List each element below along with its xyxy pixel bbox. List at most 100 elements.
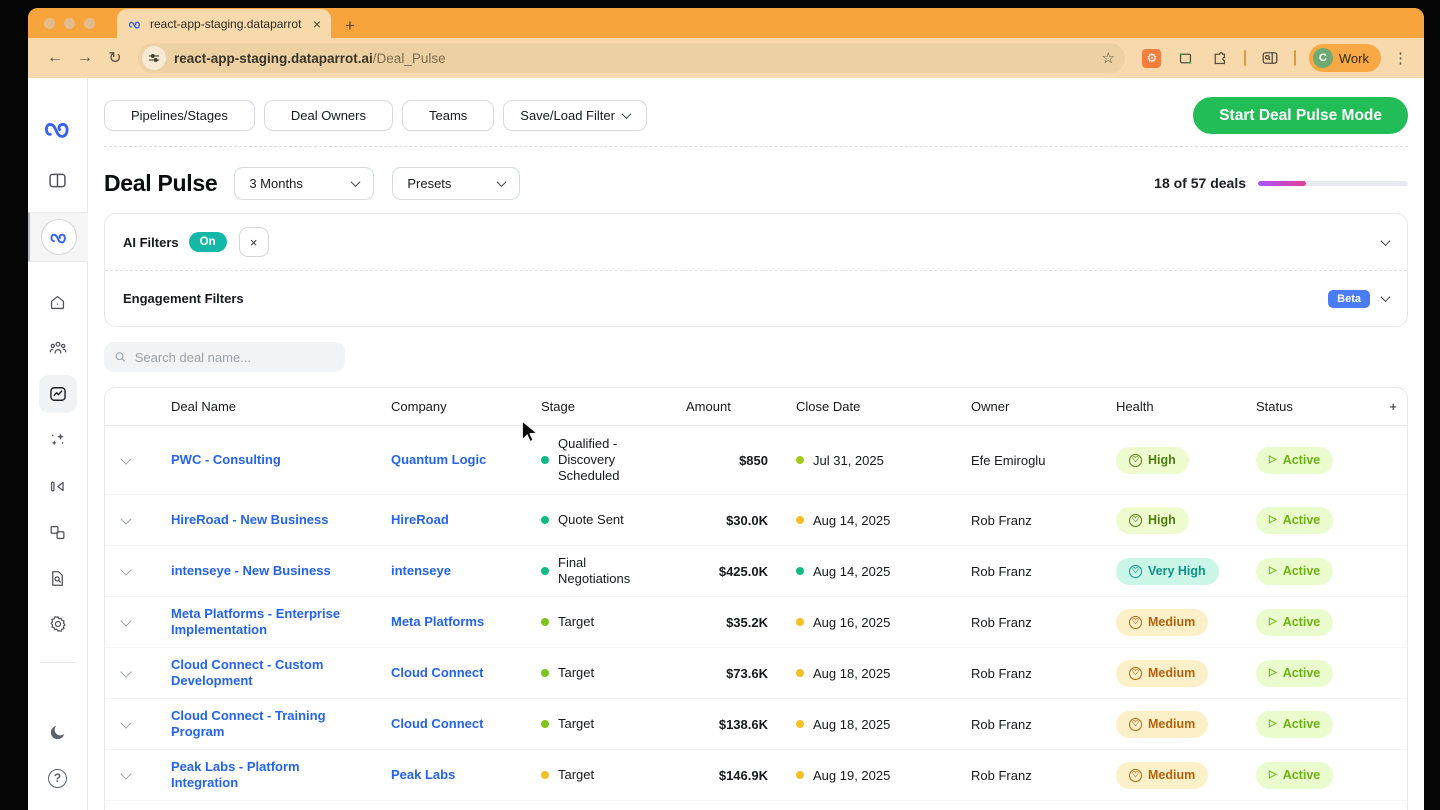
deal-name-link[interactable]: Cloud Connect - Training Program: [171, 708, 381, 741]
company-link[interactable]: Peak Labs: [391, 767, 469, 783]
row-expand-chevron-icon[interactable]: [120, 615, 131, 626]
address-bar[interactable]: react-app-staging.dataparrot.ai/Deal_Pul…: [138, 43, 1125, 73]
status-badge[interactable]: ▷Active: [1256, 558, 1333, 585]
status-label: Active: [1283, 564, 1321, 578]
browser-menu-icon[interactable]: ⋮: [1389, 49, 1412, 67]
health-badge[interactable]: ♡Medium: [1116, 711, 1208, 738]
row-expand-chevron-icon[interactable]: [120, 564, 131, 575]
table-row[interactable]: PWC - Consulting Quantum Logic Qualified…: [105, 426, 1407, 494]
window-controls[interactable]: [28, 8, 95, 38]
table-row[interactable]: HireRoad - New Business HireRoad Quote S…: [105, 494, 1407, 545]
row-expand-chevron-icon[interactable]: [120, 453, 131, 464]
help-button[interactable]: ?: [28, 756, 88, 800]
table-row[interactable]: Peak Labs - Platform Integration Peak La…: [105, 749, 1407, 800]
start-deal-pulse-mode-button[interactable]: Start Deal Pulse Mode: [1193, 97, 1408, 134]
sidebar-item-deal-pulse-dashboard[interactable]: [28, 372, 88, 416]
table-row[interactable]: intenseye - New Business intenseye Final…: [105, 545, 1407, 596]
sidebar-item-settings[interactable]: [28, 602, 88, 646]
status-badge[interactable]: ▷Active: [1256, 507, 1333, 534]
ai-filters-remove-button[interactable]: ×: [239, 227, 269, 257]
status-badge[interactable]: ▷Active: [1256, 762, 1333, 789]
new-tab-button[interactable]: +: [345, 17, 355, 34]
sidebar-item-ai-insights[interactable]: [28, 418, 88, 462]
chevron-down-icon[interactable]: [1381, 292, 1391, 302]
status-badge[interactable]: ▷Active: [1256, 711, 1333, 738]
sidebar-item-home[interactable]: [28, 280, 88, 324]
reload-button[interactable]: ↻: [102, 45, 128, 71]
teams-button[interactable]: Teams: [402, 100, 494, 131]
pipelines-stages-button[interactable]: Pipelines/Stages: [104, 100, 255, 131]
add-column-button[interactable]: +: [1361, 399, 1407, 414]
sidebar-toggle-icon[interactable]: [28, 158, 88, 202]
save-load-filter-dropdown[interactable]: Save/Load Filter: [503, 100, 647, 131]
health-badge[interactable]: ♡High: [1116, 447, 1189, 474]
status-badge[interactable]: ▷Active: [1256, 609, 1333, 636]
column-header: Deal Name: [171, 399, 391, 414]
health-badge[interactable]: ♡Medium: [1116, 762, 1208, 789]
sidebar-item-team[interactable]: [28, 326, 88, 370]
company-link[interactable]: intenseye: [391, 563, 465, 579]
deal-name-link[interactable]: PWC - Consulting: [171, 452, 295, 468]
row-expand-chevron-icon[interactable]: [120, 717, 131, 728]
health-badge[interactable]: ♡Medium: [1116, 609, 1208, 636]
forward-button[interactable]: →: [72, 45, 98, 71]
deal-name-link[interactable]: intenseye - New Business: [171, 563, 345, 579]
page-title: Deal Pulse: [104, 170, 217, 197]
health-heart-icon: ♡: [1129, 565, 1142, 578]
company-link[interactable]: HireRoad: [391, 512, 463, 528]
chevron-down-icon[interactable]: [1381, 236, 1391, 246]
browser-profile-chip[interactable]: C Work: [1309, 44, 1381, 72]
close-tab-icon[interactable]: ×: [311, 17, 323, 31]
company-link[interactable]: Quantum Logic: [391, 452, 500, 468]
browser-tab[interactable]: react-app-staging.dataparrot ×: [117, 9, 331, 38]
status-badge[interactable]: ▷Active: [1256, 447, 1333, 474]
column-header: Company: [391, 399, 541, 414]
row-expand-chevron-icon[interactable]: [120, 513, 131, 524]
presets-select[interactable]: Presets: [392, 167, 520, 200]
bookmark-star-icon[interactable]: ☆: [1101, 49, 1114, 67]
side-panel-search-icon[interactable]: [1258, 46, 1282, 70]
status-badge[interactable]: ▷Active: [1256, 660, 1333, 687]
amount-value: $138.6K: [686, 717, 796, 732]
company-link[interactable]: Cloud Connect: [391, 716, 497, 732]
table-row[interactable]: Cloud Connect - Custom Development Cloud…: [105, 647, 1407, 698]
maximize-window-button[interactable]: [84, 18, 95, 29]
health-badge[interactable]: ♡Medium: [1116, 660, 1208, 687]
screenshot-tool-icon[interactable]: [1174, 46, 1198, 70]
sidebar-item-blocks[interactable]: [28, 510, 88, 554]
table-row[interactable]: ♡Very High ▷Active: [105, 800, 1407, 810]
deal-owners-button[interactable]: Deal Owners: [264, 100, 393, 131]
company-link[interactable]: Meta Platforms: [391, 614, 498, 630]
table-row[interactable]: Cloud Connect - Training Program Cloud C…: [105, 698, 1407, 749]
deal-name-link[interactable]: Peak Labs - Platform Integration: [171, 759, 381, 792]
chevron-down-icon: [497, 177, 507, 187]
dark-mode-toggle[interactable]: [28, 710, 88, 754]
search-input[interactable]: [135, 350, 335, 365]
help-icon: ?: [48, 769, 67, 788]
minimize-window-button[interactable]: [64, 18, 75, 29]
time-range-select[interactable]: 3 Months: [234, 167, 374, 200]
row-expand-chevron-icon[interactable]: [120, 768, 131, 779]
table-row[interactable]: Meta Platforms - Enterprise Implementati…: [105, 596, 1407, 647]
extensions-puzzle-icon[interactable]: [1208, 46, 1232, 70]
ai-filters-on-badge[interactable]: On: [189, 232, 227, 252]
deal-name-link[interactable]: Meta Platforms - Enterprise Implementati…: [171, 606, 381, 639]
company-link[interactable]: Cloud Connect: [391, 665, 497, 681]
toolbar-separator: [1294, 50, 1296, 66]
sidebar-item-flip-compare[interactable]: [28, 464, 88, 508]
health-label: High: [1148, 453, 1176, 467]
deal-name-link[interactable]: Cloud Connect - Custom Development: [171, 657, 381, 690]
sidebar-item-doc-search[interactable]: [28, 556, 88, 600]
deal-search-box[interactable]: [104, 342, 345, 372]
deal-name-link[interactable]: HireRoad - New Business: [171, 512, 343, 528]
row-expand-chevron-icon[interactable]: [120, 666, 131, 677]
health-badge[interactable]: ♡Very High: [1116, 558, 1219, 585]
site-settings-icon[interactable]: [142, 46, 166, 70]
hubspot-extension-icon[interactable]: ⚙: [1140, 46, 1164, 70]
filter-toolbar: Pipelines/Stages Deal Owners Teams Save/…: [104, 97, 1408, 147]
health-badge[interactable]: ♡High: [1116, 507, 1189, 534]
close-window-button[interactable]: [44, 18, 55, 29]
sidebar-item-deal-pulse-active[interactable]: [28, 212, 88, 262]
back-button[interactable]: ←: [42, 45, 68, 71]
owner-value: Rob Franz: [971, 717, 1116, 732]
